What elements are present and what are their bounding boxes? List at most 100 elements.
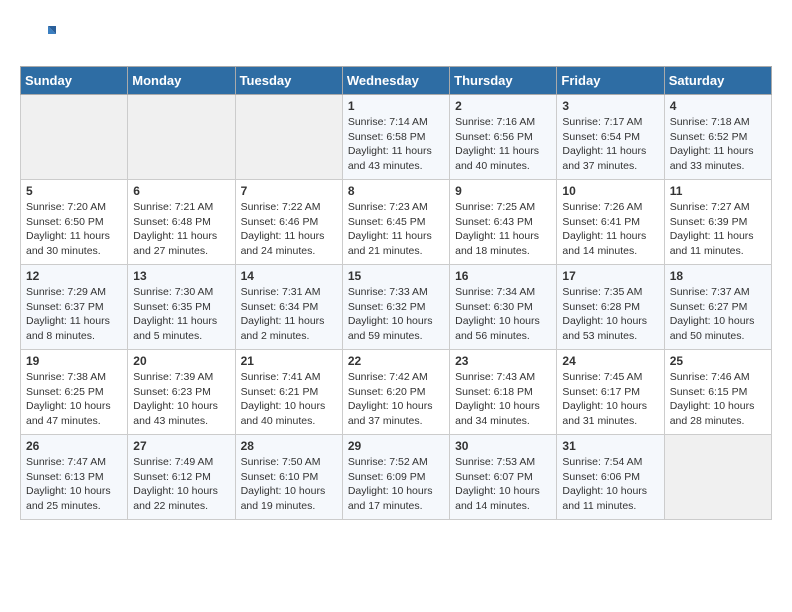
day-number: 21 xyxy=(241,354,337,368)
day-info: Sunrise: 7:49 AM Sunset: 6:12 PM Dayligh… xyxy=(133,455,229,514)
calendar-cell: 10 Sunrise: 7:26 AM Sunset: 6:41 PM Dayli… xyxy=(557,180,664,265)
day-info: Sunrise: 7:50 AM Sunset: 6:10 PM Dayligh… xyxy=(241,455,337,514)
day-number: 10 xyxy=(562,184,658,198)
day-number: 23 xyxy=(455,354,551,368)
day-number: 9 xyxy=(455,184,551,198)
calendar-cell: 11 Sunrise: 7:27 AM Sunset: 6:39 PM Dayli… xyxy=(664,180,771,265)
page-header xyxy=(20,20,772,56)
calendar-cell: 23Sunrise: 7:43 AM Sunset: 6:18 PM Dayli… xyxy=(450,350,557,435)
day-number: 18 xyxy=(670,269,766,283)
calendar-cell: 27 Sunrise: 7:49 AM Sunset: 6:12 PM Dayli… xyxy=(128,435,235,520)
day-info: Sunrise: 7:35 AM Sunset: 6:28 PM Dayligh… xyxy=(562,285,658,344)
day-number: 30 xyxy=(455,439,551,453)
day-number: 8 xyxy=(348,184,444,198)
day-info: Sunrise: 7:41 AM Sunset: 6:21 PM Dayligh… xyxy=(241,370,337,429)
calendar-cell: 28Sunrise: 7:50 AM Sunset: 6:10 PM Dayli… xyxy=(235,435,342,520)
calendar-cell: 14 Sunrise: 7:31 AM Sunset: 6:34 PM Dayli… xyxy=(235,265,342,350)
day-number: 5 xyxy=(26,184,122,198)
weekday-header-sunday: Sunday xyxy=(21,67,128,95)
day-info: Sunrise: 7:27 AM Sunset: 6:39 PM Dayligh… xyxy=(670,200,766,259)
calendar-cell: 12Sunrise: 7:29 AM Sunset: 6:37 PM Dayli… xyxy=(21,265,128,350)
day-number: 12 xyxy=(26,269,122,283)
day-number: 16 xyxy=(455,269,551,283)
calendar-week-4: 19 Sunrise: 7:38 AM Sunset: 6:25 PM Dayli… xyxy=(21,350,772,435)
day-number: 2 xyxy=(455,99,551,113)
day-info: Sunrise: 7:37 AM Sunset: 6:27 PM Dayligh… xyxy=(670,285,766,344)
day-number: 29 xyxy=(348,439,444,453)
day-info: Sunrise: 7:25 AM Sunset: 6:43 PM Dayligh… xyxy=(455,200,551,259)
logo xyxy=(20,20,60,56)
calendar-body: 1 Sunrise: 7:14 AM Sunset: 6:58 PM Daylig… xyxy=(21,95,772,520)
day-info: Sunrise: 7:14 AM Sunset: 6:58 PM Dayligh… xyxy=(348,115,444,174)
calendar-cell: 22 Sunrise: 7:42 AM Sunset: 6:20 PM Dayli… xyxy=(342,350,449,435)
calendar-cell: 2 Sunrise: 7:16 AM Sunset: 6:56 PM Daylig… xyxy=(450,95,557,180)
day-info: Sunrise: 7:53 AM Sunset: 6:07 PM Dayligh… xyxy=(455,455,551,514)
calendar-cell: 30 Sunrise: 7:53 AM Sunset: 6:07 PM Dayli… xyxy=(450,435,557,520)
day-number: 22 xyxy=(348,354,444,368)
day-info: Sunrise: 7:33 AM Sunset: 6:32 PM Dayligh… xyxy=(348,285,444,344)
day-info: Sunrise: 7:38 AM Sunset: 6:25 PM Dayligh… xyxy=(26,370,122,429)
day-number: 6 xyxy=(133,184,229,198)
calendar-cell: 17 Sunrise: 7:35 AM Sunset: 6:28 PM Dayli… xyxy=(557,265,664,350)
day-info: Sunrise: 7:16 AM Sunset: 6:56 PM Dayligh… xyxy=(455,115,551,174)
day-info: Sunrise: 7:31 AM Sunset: 6:34 PM Dayligh… xyxy=(241,285,337,344)
calendar-cell: 3 Sunrise: 7:17 AM Sunset: 6:54 PM Daylig… xyxy=(557,95,664,180)
day-number: 1 xyxy=(348,99,444,113)
weekday-header-tuesday: Tuesday xyxy=(235,67,342,95)
day-number: 3 xyxy=(562,99,658,113)
calendar-cell: 31Sunrise: 7:54 AM Sunset: 6:06 PM Dayli… xyxy=(557,435,664,520)
day-number: 7 xyxy=(241,184,337,198)
day-info: Sunrise: 7:18 AM Sunset: 6:52 PM Dayligh… xyxy=(670,115,766,174)
logo-icon xyxy=(20,20,56,56)
weekday-header-friday: Friday xyxy=(557,67,664,95)
day-number: 19 xyxy=(26,354,122,368)
calendar-cell: 7Sunrise: 7:22 AM Sunset: 6:46 PM Daylig… xyxy=(235,180,342,265)
calendar-cell: 8 Sunrise: 7:23 AM Sunset: 6:45 PM Daylig… xyxy=(342,180,449,265)
calendar-week-2: 5 Sunrise: 7:20 AM Sunset: 6:50 PM Daylig… xyxy=(21,180,772,265)
calendar-week-3: 12Sunrise: 7:29 AM Sunset: 6:37 PM Dayli… xyxy=(21,265,772,350)
day-info: Sunrise: 7:42 AM Sunset: 6:20 PM Dayligh… xyxy=(348,370,444,429)
day-info: Sunrise: 7:23 AM Sunset: 6:45 PM Dayligh… xyxy=(348,200,444,259)
calendar-cell: 9 Sunrise: 7:25 AM Sunset: 6:43 PM Daylig… xyxy=(450,180,557,265)
calendar-cell: 29Sunrise: 7:52 AM Sunset: 6:09 PM Dayli… xyxy=(342,435,449,520)
day-number: 17 xyxy=(562,269,658,283)
calendar-cell: 4 Sunrise: 7:18 AM Sunset: 6:52 PM Daylig… xyxy=(664,95,771,180)
day-info: Sunrise: 7:17 AM Sunset: 6:54 PM Dayligh… xyxy=(562,115,658,174)
day-info: Sunrise: 7:21 AM Sunset: 6:48 PM Dayligh… xyxy=(133,200,229,259)
calendar-cell: 25Sunrise: 7:46 AM Sunset: 6:15 PM Dayli… xyxy=(664,350,771,435)
day-info: Sunrise: 7:45 AM Sunset: 6:17 PM Dayligh… xyxy=(562,370,658,429)
day-number: 31 xyxy=(562,439,658,453)
calendar-cell: 19 Sunrise: 7:38 AM Sunset: 6:25 PM Dayli… xyxy=(21,350,128,435)
day-info: Sunrise: 7:46 AM Sunset: 6:15 PM Dayligh… xyxy=(670,370,766,429)
weekday-row: SundayMondayTuesdayWednesdayThursdayFrid… xyxy=(21,67,772,95)
day-number: 4 xyxy=(670,99,766,113)
calendar-cell: 18 Sunrise: 7:37 AM Sunset: 6:27 PM Dayli… xyxy=(664,265,771,350)
calendar-cell: 13 Sunrise: 7:30 AM Sunset: 6:35 PM Dayli… xyxy=(128,265,235,350)
calendar-cell: 16Sunrise: 7:34 AM Sunset: 6:30 PM Dayli… xyxy=(450,265,557,350)
calendar-cell: 21 Sunrise: 7:41 AM Sunset: 6:21 PM Dayli… xyxy=(235,350,342,435)
weekday-header-monday: Monday xyxy=(128,67,235,95)
calendar-week-1: 1 Sunrise: 7:14 AM Sunset: 6:58 PM Daylig… xyxy=(21,95,772,180)
calendar-cell: 5 Sunrise: 7:20 AM Sunset: 6:50 PM Daylig… xyxy=(21,180,128,265)
calendar-cell: 26 Sunrise: 7:47 AM Sunset: 6:13 PM Dayli… xyxy=(21,435,128,520)
calendar-cell: 20Sunrise: 7:39 AM Sunset: 6:23 PM Dayli… xyxy=(128,350,235,435)
calendar-cell: 6 Sunrise: 7:21 AM Sunset: 6:48 PM Daylig… xyxy=(128,180,235,265)
day-number: 24 xyxy=(562,354,658,368)
day-number: 27 xyxy=(133,439,229,453)
day-number: 11 xyxy=(670,184,766,198)
day-number: 20 xyxy=(133,354,229,368)
calendar-week-5: 26 Sunrise: 7:47 AM Sunset: 6:13 PM Dayli… xyxy=(21,435,772,520)
calendar-cell: 1 Sunrise: 7:14 AM Sunset: 6:58 PM Daylig… xyxy=(342,95,449,180)
calendar-cell: 15Sunrise: 7:33 AM Sunset: 6:32 PM Dayli… xyxy=(342,265,449,350)
day-info: Sunrise: 7:30 AM Sunset: 6:35 PM Dayligh… xyxy=(133,285,229,344)
day-number: 26 xyxy=(26,439,122,453)
calendar-cell xyxy=(128,95,235,180)
day-info: Sunrise: 7:26 AM Sunset: 6:41 PM Dayligh… xyxy=(562,200,658,259)
day-info: Sunrise: 7:20 AM Sunset: 6:50 PM Dayligh… xyxy=(26,200,122,259)
calendar-cell: 24 Sunrise: 7:45 AM Sunset: 6:17 PM Dayli… xyxy=(557,350,664,435)
calendar-cell xyxy=(664,435,771,520)
day-info: Sunrise: 7:47 AM Sunset: 6:13 PM Dayligh… xyxy=(26,455,122,514)
day-number: 14 xyxy=(241,269,337,283)
calendar-table: SundayMondayTuesdayWednesdayThursdayFrid… xyxy=(20,66,772,520)
day-number: 13 xyxy=(133,269,229,283)
